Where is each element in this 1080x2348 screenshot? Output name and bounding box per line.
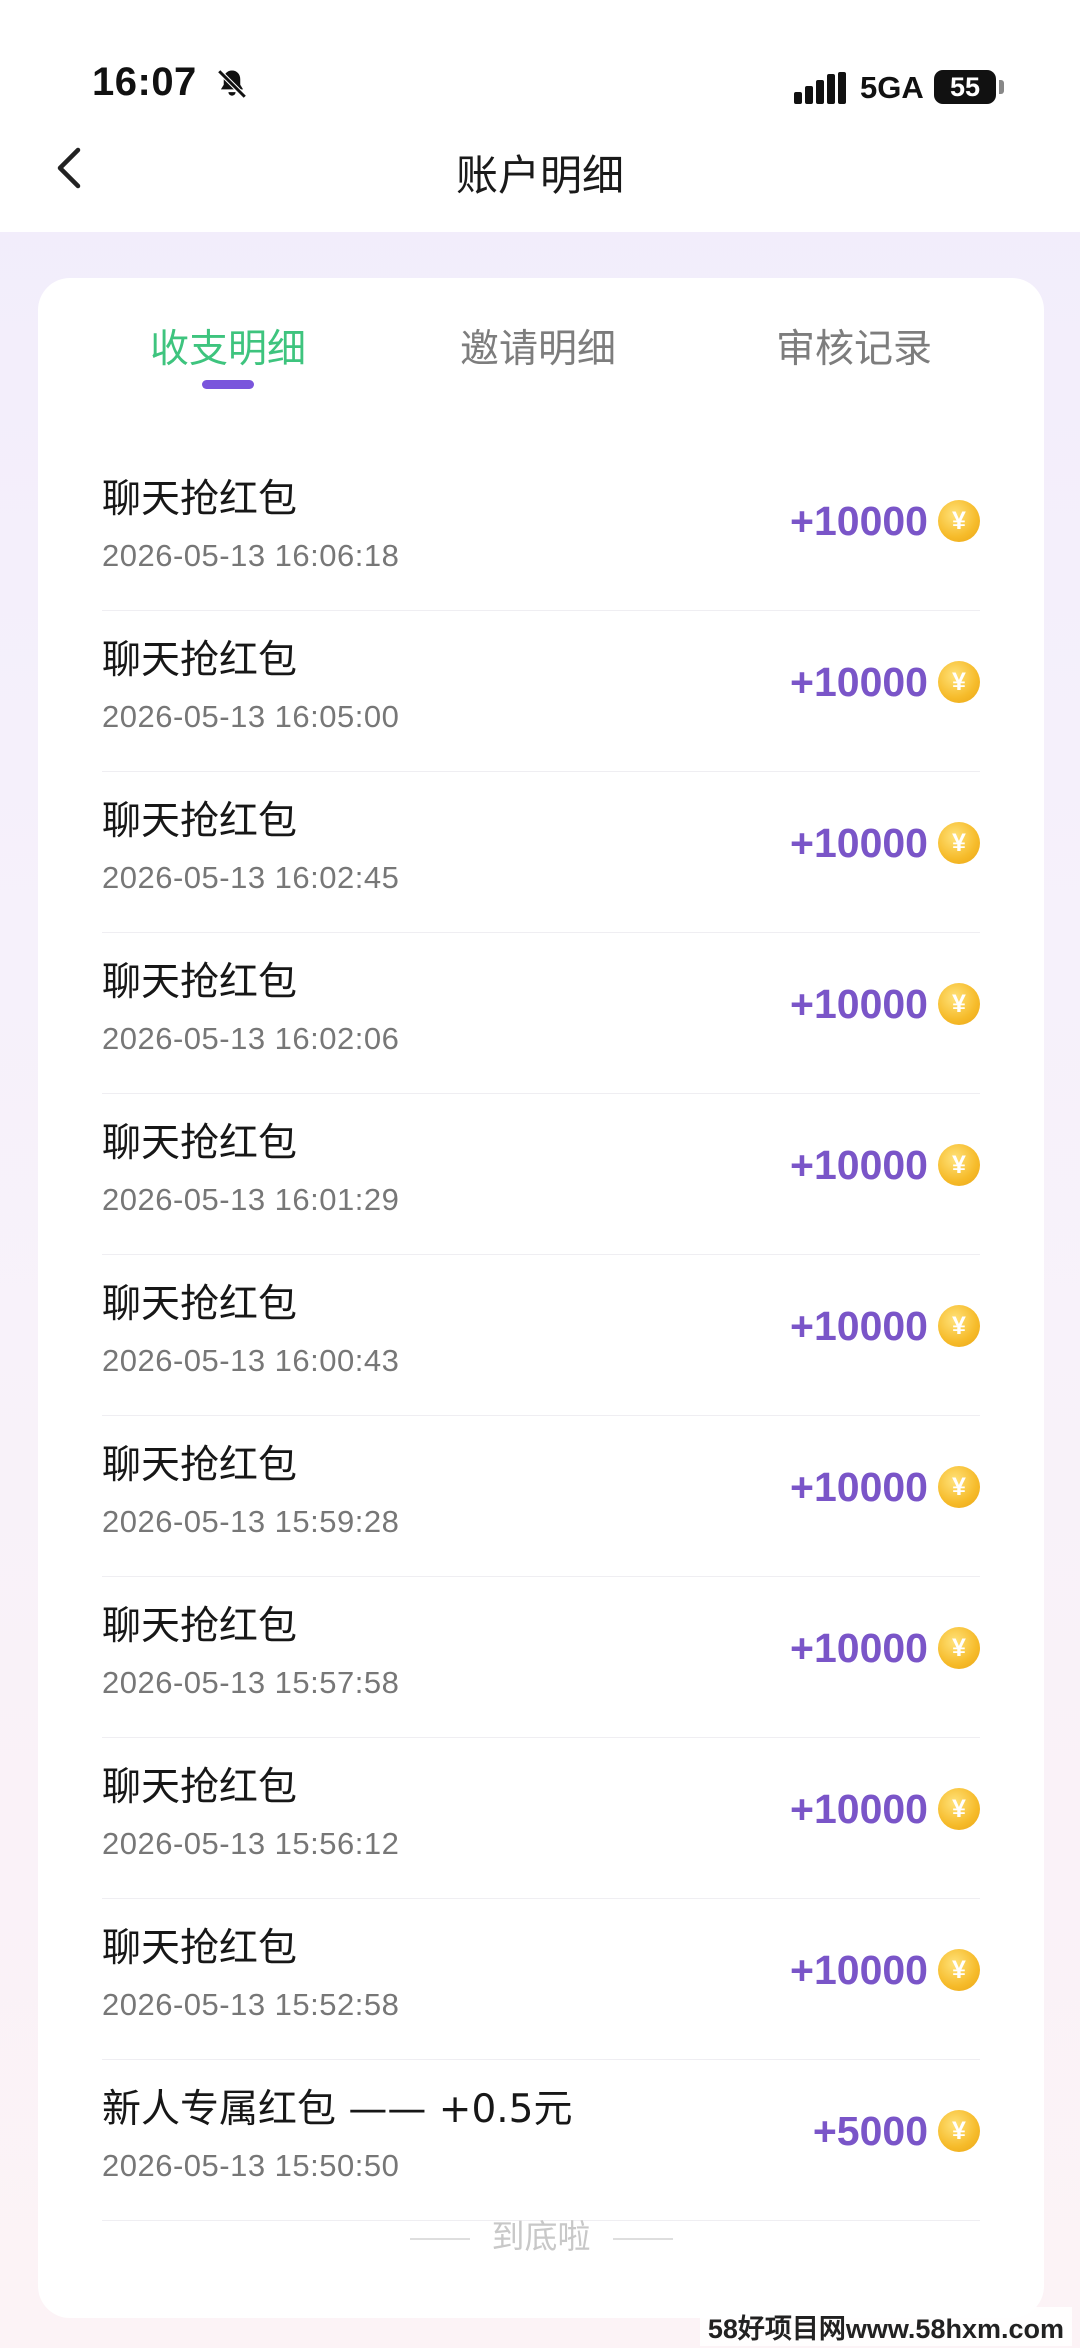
- list-item[interactable]: 聊天抢红包 2026-05-13 15:56:12 +10000 ¥: [102, 1738, 980, 1899]
- record-amount: +10000: [790, 981, 928, 1027]
- tab-invite[interactable]: 邀请明细: [418, 318, 658, 374]
- record-amount: +10000: [790, 1303, 928, 1349]
- list-item[interactable]: 聊天抢红包 2026-05-13 16:02:06 +10000 ¥: [102, 933, 980, 1094]
- divider: [409, 2237, 470, 2240]
- record-amount: +10000: [790, 1947, 928, 1993]
- record-title: 聊天抢红包: [102, 1604, 298, 1649]
- record-title: 聊天抢红包: [102, 1282, 298, 1327]
- record-time: 2026-05-13 15:56:12: [102, 1826, 400, 1861]
- record-time: 2026-05-13 15:52:58: [102, 1987, 400, 2022]
- record-amount: +10000: [790, 498, 928, 544]
- list-item[interactable]: 聊天抢红包 2026-05-13 16:05:00 +10000 ¥: [102, 611, 980, 772]
- record-time: 2026-05-13 16:01:29: [102, 1182, 400, 1217]
- tab-indicator: [202, 380, 254, 389]
- battery-icon: 55: [934, 70, 996, 104]
- coin-icon: ¥: [938, 1144, 980, 1186]
- list-item[interactable]: 聊天抢红包 2026-05-13 15:52:58 +10000 ¥: [102, 1899, 980, 2060]
- coin-icon: ¥: [938, 661, 980, 703]
- coin-icon: ¥: [938, 1788, 980, 1830]
- battery-level: 55: [949, 72, 981, 102]
- status-time: 16:07: [92, 60, 197, 104]
- list-item[interactable]: 聊天抢红包 2026-05-13 16:01:29 +10000 ¥: [102, 1094, 980, 1255]
- record-amount: +10000: [790, 820, 928, 866]
- record-title: 新人专属红包 —— +0.5元: [102, 2087, 573, 2132]
- record-time: 2026-05-13 16:06:18: [102, 538, 400, 573]
- record-title: 聊天抢红包: [102, 1121, 298, 1166]
- record-title: 聊天抢红包: [102, 960, 298, 1005]
- record-title: 聊天抢红包: [102, 1765, 298, 1810]
- tab-review[interactable]: 审核记录: [734, 318, 974, 374]
- record-time: 2026-05-13 15:57:58: [102, 1665, 400, 1700]
- signal-icon: [794, 72, 846, 104]
- record-time: 2026-05-13 16:02:45: [102, 860, 400, 895]
- tab-income-expense[interactable]: 收支明细: [108, 318, 348, 374]
- coin-icon: ¥: [938, 983, 980, 1025]
- record-time: 2026-05-13 15:59:28: [102, 1504, 400, 1539]
- list-item[interactable]: 新人专属红包 —— +0.5元 2026-05-13 15:50:50 +500…: [102, 2060, 980, 2221]
- battery-tip: [999, 80, 1004, 94]
- list-item[interactable]: 聊天抢红包 2026-05-13 15:59:28 +10000 ¥: [102, 1416, 980, 1577]
- divider: [612, 2237, 673, 2240]
- record-time: 2026-05-13 16:05:00: [102, 699, 400, 734]
- record-amount: +5000: [812, 2108, 928, 2154]
- coin-icon: ¥: [938, 822, 980, 864]
- coin-icon: ¥: [938, 2110, 980, 2152]
- coin-icon: ¥: [938, 1627, 980, 1669]
- record-title: 聊天抢红包: [102, 799, 298, 844]
- list-item[interactable]: 聊天抢红包 2026-05-13 15:57:58 +10000 ¥: [102, 1577, 980, 1738]
- record-amount: +10000: [790, 1625, 928, 1671]
- coin-icon: ¥: [938, 1466, 980, 1508]
- record-title: 聊天抢红包: [102, 1926, 298, 1971]
- coin-icon: ¥: [938, 1949, 980, 1991]
- bell-muted-icon: [217, 69, 247, 99]
- coin-icon: ¥: [938, 1305, 980, 1347]
- page-title: 账户明细: [455, 151, 624, 200]
- record-time: 2026-05-13 15:50:50: [102, 2148, 400, 2183]
- record-title: 聊天抢红包: [102, 638, 298, 683]
- record-amount: +10000: [790, 659, 928, 705]
- record-amount: +10000: [790, 1786, 928, 1832]
- nav-header: 账户明细: [0, 120, 1080, 232]
- record-amount: +10000: [790, 1142, 928, 1188]
- record-list: 聊天抢红包 2026-05-13 16:06:18 +10000 ¥ 聊天抢红包…: [102, 450, 980, 2221]
- watermark: 58好项目网www.58hxm.com: [699, 2307, 1072, 2346]
- list-end-text: 到底啦: [491, 2217, 591, 2256]
- record-title: 聊天抢红包: [102, 477, 298, 522]
- network-label: 5GA: [860, 70, 924, 105]
- status-bar: 16:07 5GA 55: [0, 0, 1080, 140]
- list-item[interactable]: 聊天抢红包 2026-05-13 16:02:45 +10000 ¥: [102, 772, 980, 933]
- coin-icon: ¥: [938, 500, 980, 542]
- list-item[interactable]: 聊天抢红包 2026-05-13 16:00:43 +10000 ¥: [102, 1255, 980, 1416]
- list-item[interactable]: 聊天抢红包 2026-05-13 16:06:18 +10000 ¥: [102, 450, 980, 611]
- records-card: 收支明细 邀请明细 审核记录 聊天抢红包 2026-05-13 16:06:18…: [38, 278, 1044, 2318]
- record-amount: +10000: [790, 1464, 928, 1510]
- record-time: 2026-05-13 16:00:43: [102, 1343, 400, 1378]
- record-title: 聊天抢红包: [102, 1443, 298, 1488]
- record-time: 2026-05-13 16:02:06: [102, 1021, 400, 1056]
- list-end-label: 到底啦: [38, 2210, 1044, 2258]
